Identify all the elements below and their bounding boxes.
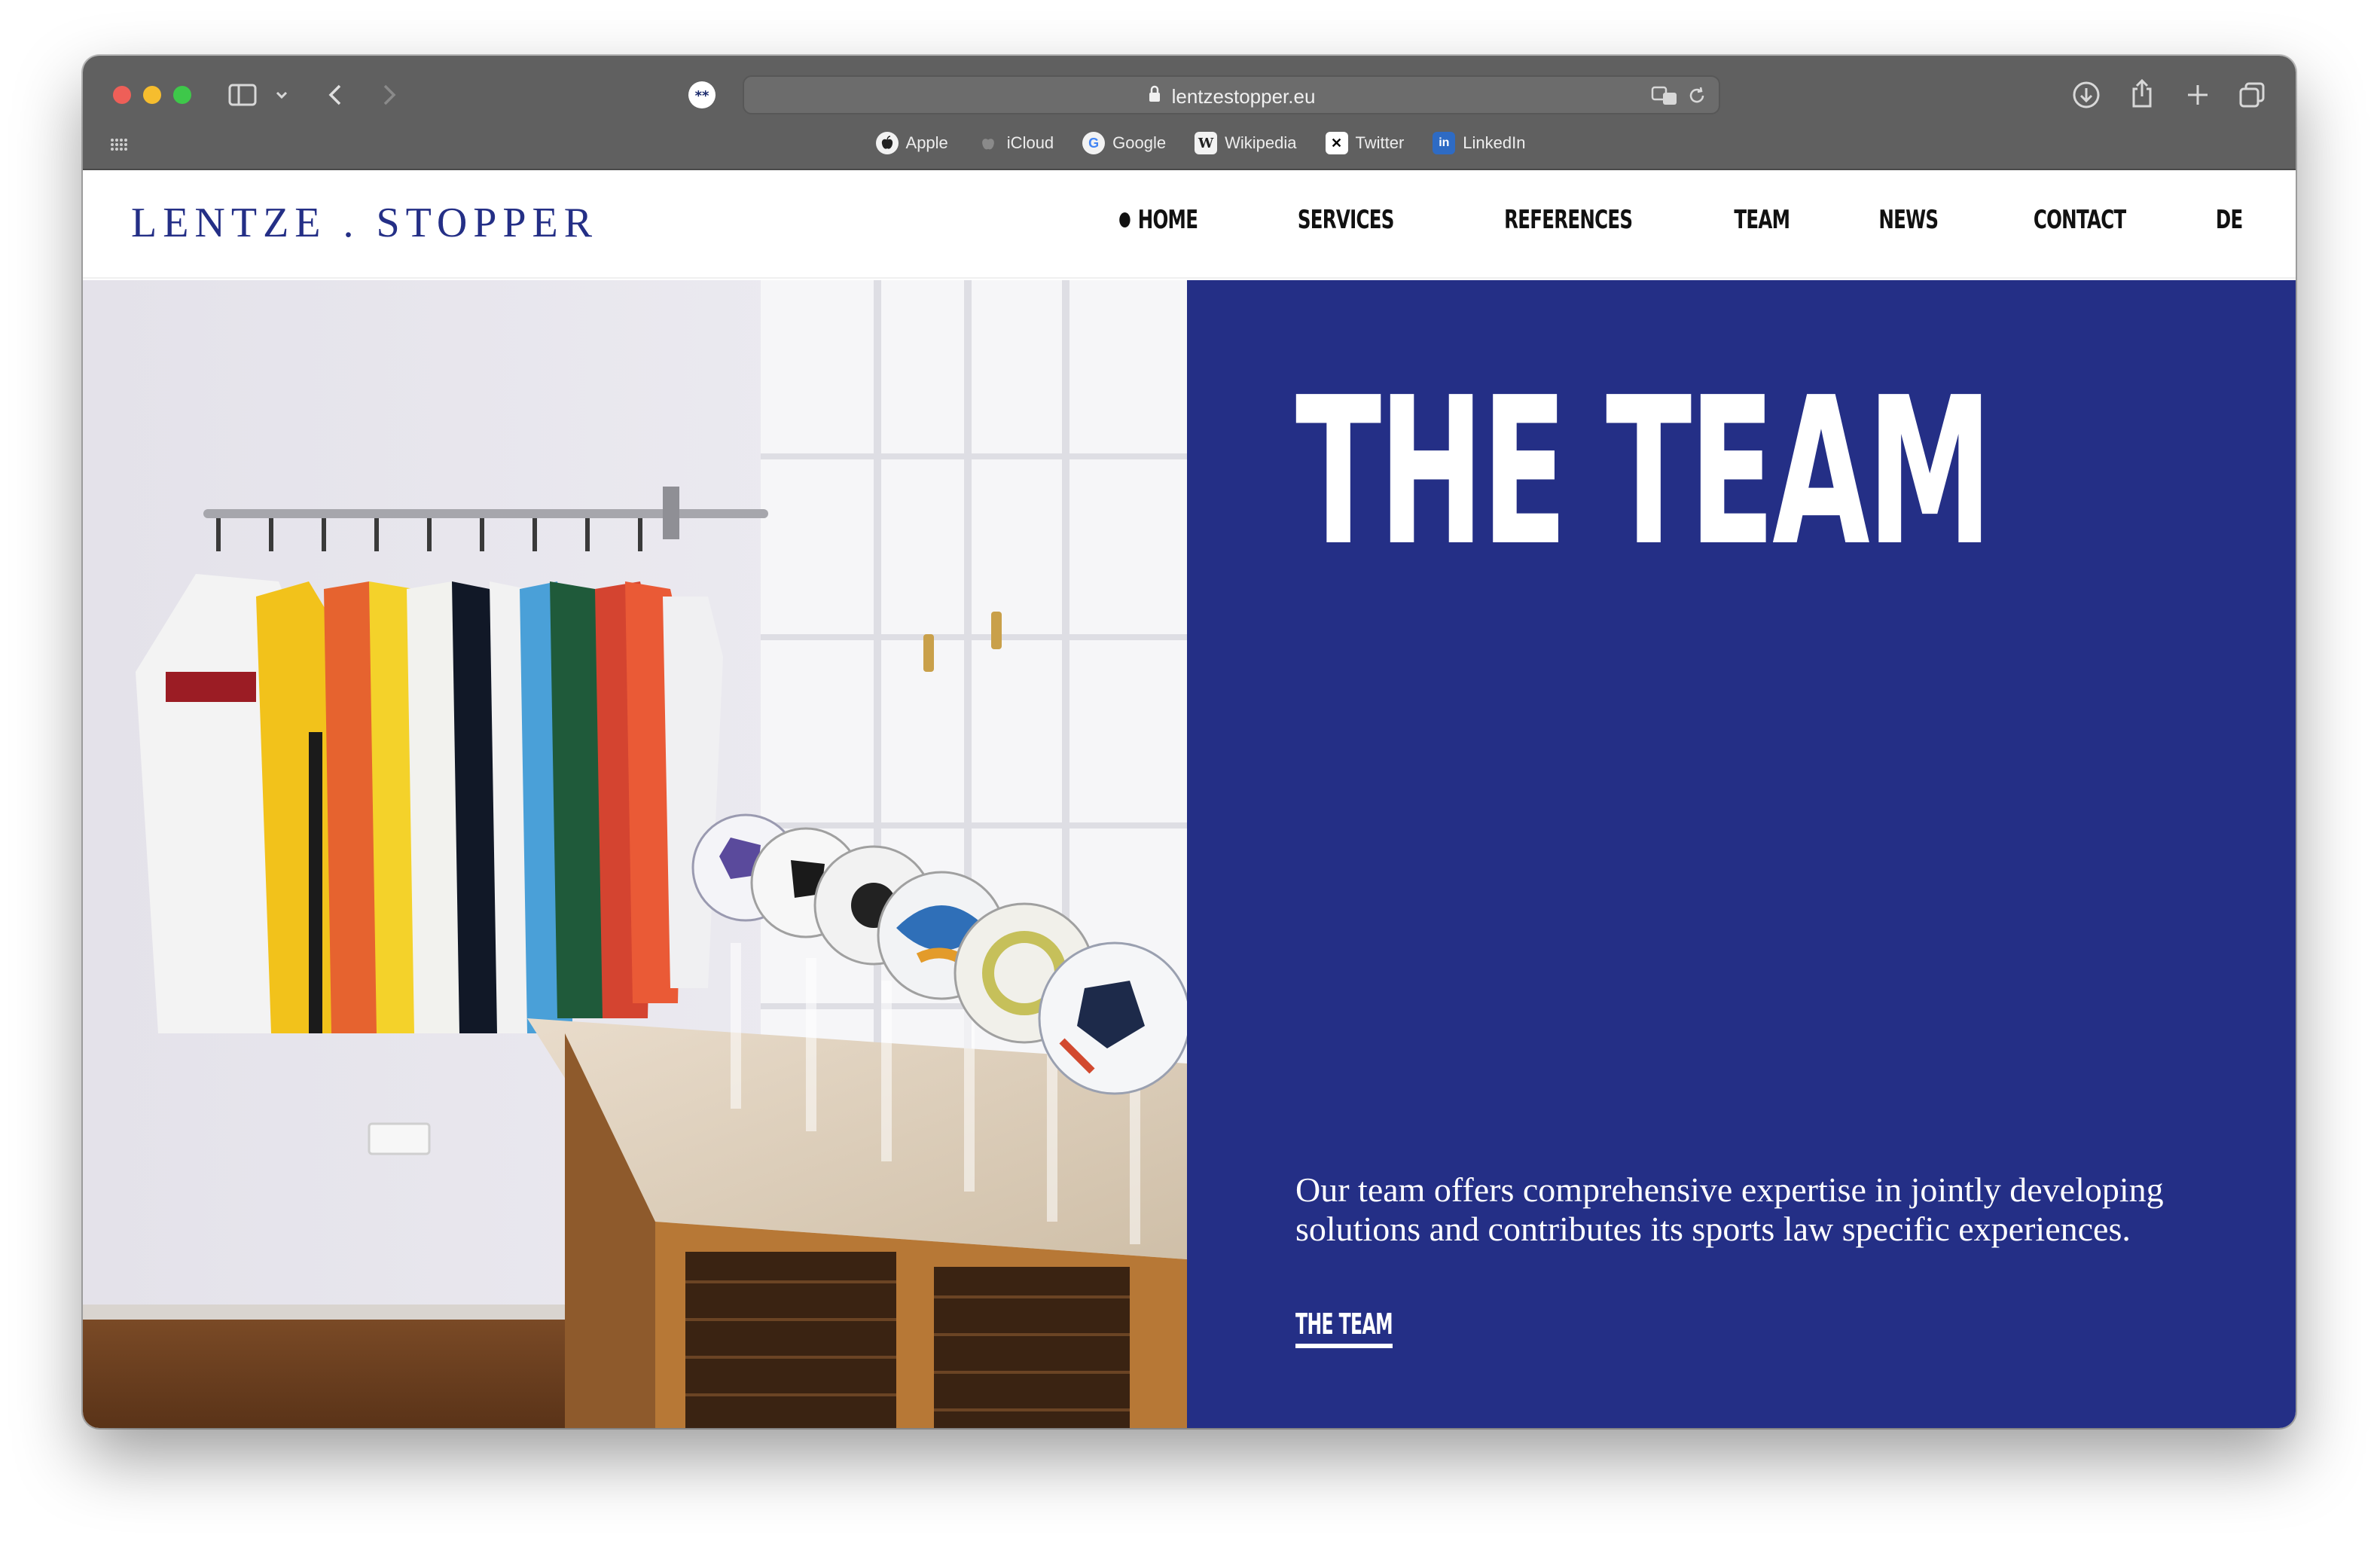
bookmark-label: Google [1112,133,1167,152]
hero-lead-text: Our team offers comprehensive expertise … [1295,1170,2164,1248]
wikipedia-icon: W [1195,132,1218,154]
close-window-button[interactable] [113,86,131,104]
forward-icon[interactable] [378,81,401,108]
nav-home[interactable]: HOME [1118,205,1198,235]
new-tab-icon[interactable] [2181,78,2214,111]
translate-icon[interactable] [1651,84,1678,107]
nav-news[interactable]: NEWS [1878,205,1939,235]
zoom-window-button[interactable] [173,86,191,104]
google-icon: G [1082,132,1106,154]
linkedin-icon: in [1433,132,1456,154]
nav-language-de[interactable]: DE [2215,205,2242,235]
bookmark-label: Apple [905,133,948,152]
back-icon[interactable] [324,81,346,108]
address-bar[interactable]: lentzestopper.eu [743,75,1720,114]
bookmark-apple[interactable]: Apple [875,132,948,154]
bookmark-label: Twitter [1355,133,1405,152]
downloads-icon[interactable] [2070,78,2103,111]
browser-window: ** lentzestopper.eu Apple iCloud G Googl… [83,56,2296,1428]
site-header: LENTZE . STOPPER HOME SERVICES REFERENCE… [83,170,2296,279]
chevron-down-icon[interactable] [273,86,291,104]
nav-references[interactable]: REFERENCES [1504,205,1633,235]
bookmark-label: Wikipedia [1225,133,1297,152]
nav-services[interactable]: SERVICES [1298,205,1395,235]
sidebar-toggle-icon[interactable] [227,81,258,108]
reload-icon[interactable] [1686,84,1708,107]
nav-contact[interactable]: CONTACT [2034,205,2126,235]
url-display[interactable]: lentzestopper.eu [744,77,1719,116]
bookmark-twitter[interactable]: ✕ Twitter [1325,132,1405,154]
site-logo[interactable]: LENTZE . STOPPER [131,199,598,247]
svg-text:**: ** [695,88,709,104]
hero-headline: THE TEAM [1295,353,1993,590]
bookmark-google[interactable]: G Google [1082,132,1166,154]
the-team-link[interactable]: THE TEAM [1295,1308,1393,1348]
bookmark-icloud[interactable]: iCloud [977,132,1054,154]
bookmark-label: LinkedIn [1463,133,1526,152]
main-navigation: HOME SERVICES REFERENCES TEAM NEWS CONTA… [1104,205,2247,235]
nav-label: HOME [1137,205,1198,235]
tab-overview-icon[interactable] [2235,78,2269,111]
url-text: lentzestopper.eu [1171,84,1316,108]
icloud-icon [977,132,999,154]
extension-icon[interactable]: ** [687,80,717,110]
active-dot-icon [1118,212,1130,227]
minimize-window-button[interactable] [143,86,161,104]
favorites-bar: Apple iCloud G Google W Wikipedia ✕ Twit… [83,128,2296,158]
team-panel: THE TEAM Our team offers comprehensive e… [1187,280,2296,1428]
bookmark-label: iCloud [1006,133,1054,152]
jerseys-and-balls-photo [83,280,1187,1428]
browser-toolbar: ** lentzestopper.eu Apple iCloud G Googl… [83,56,2296,170]
lock-icon [1148,85,1161,108]
bookmark-wikipedia[interactable]: W Wikipedia [1195,132,1297,154]
window-controls [113,86,191,104]
hero-photo [83,280,1187,1428]
x-icon: ✕ [1325,132,1348,154]
bookmark-linkedin[interactable]: in LinkedIn [1433,132,1525,154]
share-icon[interactable] [2125,75,2159,111]
hero-section: THE TEAM Our team offers comprehensive e… [83,280,2296,1428]
nav-team[interactable]: TEAM [1734,205,1790,235]
apple-icon [875,132,899,154]
